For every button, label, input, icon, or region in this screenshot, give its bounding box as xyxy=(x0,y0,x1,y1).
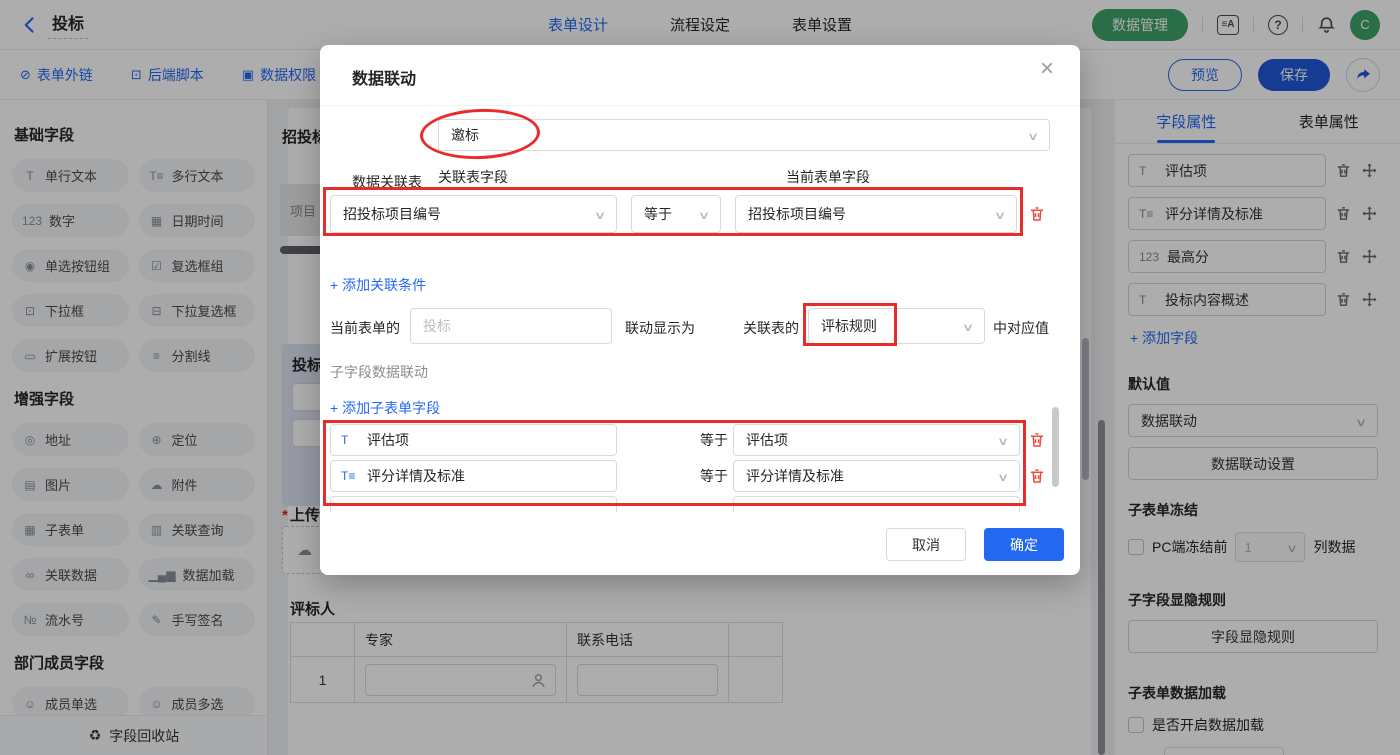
add-condition-link[interactable]: + 添加关联条件 xyxy=(330,275,426,295)
subfield-row-partial xyxy=(330,496,1020,512)
relation-table-prefix-label: 关联表的 xyxy=(743,320,799,336)
delete-condition-icon[interactable] xyxy=(1028,205,1046,223)
subfield-linkage-title: 子字段数据联动 xyxy=(330,364,428,380)
cancel-button[interactable]: 取消 xyxy=(886,528,966,561)
chevron-down-icon xyxy=(1029,127,1037,143)
subfield-row: T≡ 评分详情及标准 等于 评分详情及标准 xyxy=(330,460,1020,492)
linkage-display-label: 联动显示为 xyxy=(625,320,695,336)
relation-table-label: 数据关联表 xyxy=(352,174,422,190)
relation-table-field-value: 评标规则 xyxy=(821,318,877,334)
chevron-down-icon xyxy=(596,206,604,222)
current-form-field-input[interactable]: 投标 xyxy=(410,308,612,344)
chevron-down-icon xyxy=(996,206,1004,222)
condition-right-select[interactable]: 招投标项目编号 xyxy=(735,195,1017,233)
column-header-current-field: 当前表单字段 xyxy=(786,169,870,185)
relation-table-select[interactable]: 邀标 xyxy=(438,119,1050,151)
add-subform-field-link[interactable]: + 添加子表单字段 xyxy=(330,398,440,418)
subfield-right-select[interactable]: 评估项 xyxy=(733,424,1020,456)
modal-scrollbar-thumb[interactable] xyxy=(1052,407,1059,487)
condition-left-select[interactable]: 招投标项目编号 xyxy=(330,195,617,233)
delete-subfield-icon[interactable] xyxy=(1028,467,1046,485)
relation-table-value: 邀标 xyxy=(451,127,479,143)
chevron-down-icon xyxy=(700,206,708,222)
subfield-right-value: 评估项 xyxy=(746,432,788,448)
subfield-row: T 评估项 等于 评估项 xyxy=(330,424,1020,456)
confirm-button[interactable]: 确定 xyxy=(984,528,1064,561)
column-header-relation-field: 关联表字段 xyxy=(438,169,508,185)
chevron-down-icon xyxy=(964,318,972,334)
subfield-rows-container: T 评估项 等于 评估项 T≡ 评分详情及标准 等于 评分详情及标准 xyxy=(330,424,1020,512)
multi-line-text-icon: T≡ xyxy=(341,469,356,483)
subfield-left-box[interactable]: T 评估项 xyxy=(330,424,617,456)
condition-left-value: 招投标项目编号 xyxy=(343,206,441,222)
subfield-operator: 等于 xyxy=(700,468,728,484)
subfield-left-box[interactable] xyxy=(330,496,617,512)
subfield-left-label: 评分详情及标准 xyxy=(367,468,465,484)
subfield-right-select[interactable]: 评分详情及标准 xyxy=(733,460,1020,492)
corresponding-value-label: 中对应值 xyxy=(993,320,1049,336)
modal-title: 数据联动 xyxy=(352,71,417,88)
single-line-text-icon: T xyxy=(341,433,349,447)
condition-operator-select[interactable]: 等于 xyxy=(631,195,721,233)
subfield-left-box[interactable]: T≡ 评分详情及标准 xyxy=(330,460,617,492)
app-screen: 投标 表单设计 流程设定 表单设置 数据管理 C ⊘ 表单外链 ⊡ 后端脚本 ▣ xyxy=(0,0,1400,755)
condition-operator-value: 等于 xyxy=(644,206,672,222)
current-form-prefix-label: 当前表单的 xyxy=(330,320,400,336)
condition-right-value: 招投标项目编号 xyxy=(748,206,846,222)
close-icon[interactable]: × xyxy=(1040,57,1054,81)
subfield-operator: 等于 xyxy=(700,432,728,448)
subfield-right-select[interactable] xyxy=(733,496,1020,512)
modal-header-divider xyxy=(320,105,1080,106)
subfield-right-value: 评分详情及标准 xyxy=(746,468,844,484)
chevron-down-icon xyxy=(999,468,1007,484)
subfield-left-label: 评估项 xyxy=(367,432,409,448)
data-linkage-modal: 数据联动 × 数据关联表 邀标 关联表字段 当前表单字段 招投标项目编号 等于 … xyxy=(320,45,1080,575)
relation-table-field-select[interactable]: 评标规则 xyxy=(808,308,985,344)
chevron-down-icon xyxy=(999,432,1007,448)
delete-subfield-icon[interactable] xyxy=(1028,431,1046,449)
